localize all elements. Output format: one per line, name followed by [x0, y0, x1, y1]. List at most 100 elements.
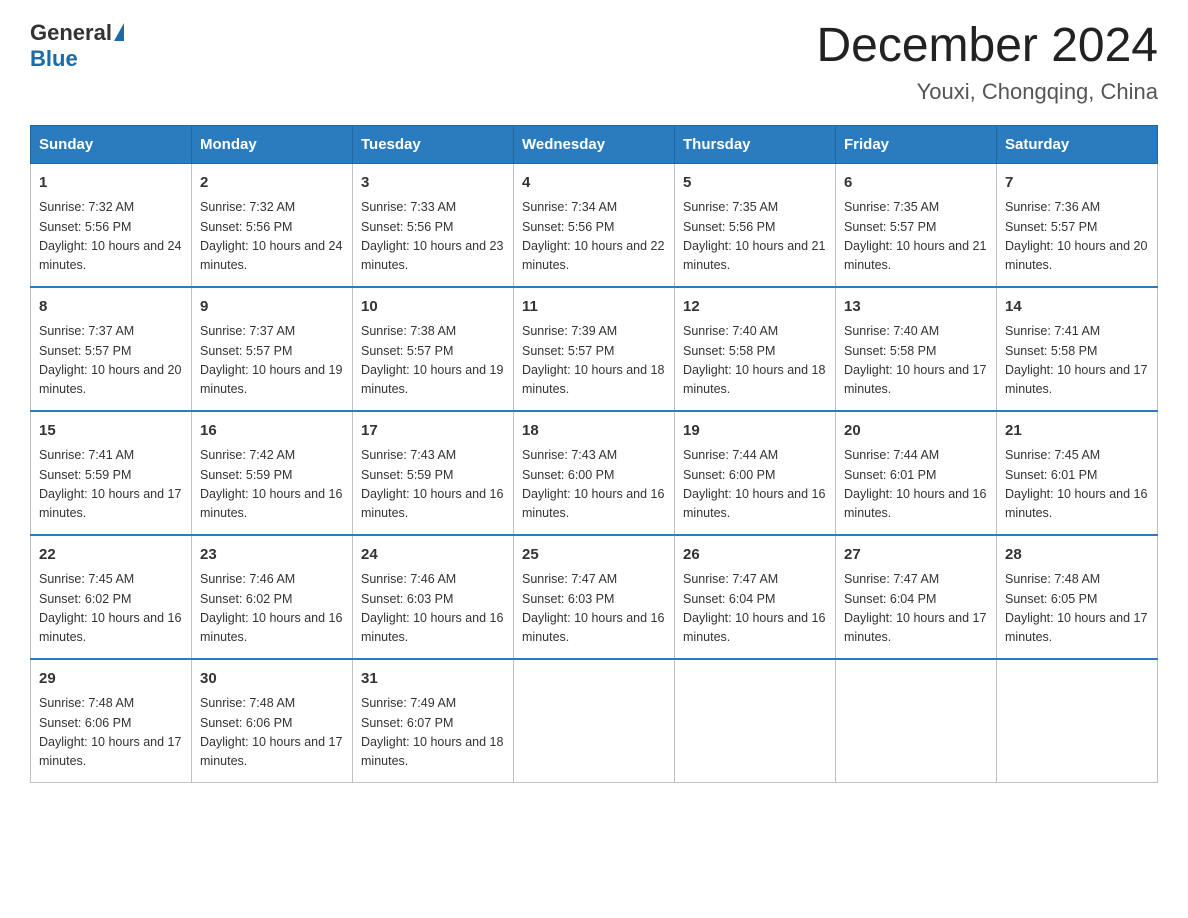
day-number: 10	[361, 296, 505, 319]
day-info: Sunrise: 7:37 AMSunset: 5:57 PMDaylight:…	[39, 322, 183, 400]
day-info: Sunrise: 7:40 AMSunset: 5:58 PMDaylight:…	[844, 322, 988, 400]
calendar-day-cell: 15 Sunrise: 7:41 AMSunset: 5:59 PMDayligh…	[31, 411, 192, 535]
day-number: 31	[361, 668, 505, 691]
day-number: 17	[361, 420, 505, 443]
day-info: Sunrise: 7:34 AMSunset: 5:56 PMDaylight:…	[522, 198, 666, 276]
day-info: Sunrise: 7:47 AMSunset: 6:04 PMDaylight:…	[683, 570, 827, 648]
calendar-day-cell: 27Sunrise: 7:47 AMSunset: 6:04 PMDayligh…	[836, 535, 997, 659]
day-info: Sunrise: 7:48 AMSunset: 6:05 PMDaylight:…	[1005, 570, 1149, 648]
header-friday: Friday	[836, 125, 997, 163]
calendar-day-cell: 17 Sunrise: 7:43 AMSunset: 5:59 PMDayligh…	[353, 411, 514, 535]
day-info: Sunrise: 7:46 AMSunset: 6:03 PMDaylight:…	[361, 570, 505, 648]
day-number: 3	[361, 172, 505, 195]
day-info: Sunrise: 7:45 AMSunset: 6:02 PMDaylight:…	[39, 570, 183, 648]
calendar-week-row: 15 Sunrise: 7:41 AMSunset: 5:59 PMDayligh…	[31, 411, 1158, 535]
day-number: 15	[39, 420, 183, 443]
day-info: Sunrise: 7:32 AMSunset: 5:56 PMDaylight:…	[200, 198, 344, 276]
day-info: Sunrise: 7:41 AMSunset: 5:59 PMDaylight:…	[39, 446, 183, 524]
day-info: Sunrise: 7:36 AMSunset: 5:57 PMDaylight:…	[1005, 198, 1149, 276]
calendar-day-cell: 25Sunrise: 7:47 AMSunset: 6:03 PMDayligh…	[514, 535, 675, 659]
month-title: December 2024	[816, 20, 1158, 73]
day-number: 5	[683, 172, 827, 195]
calendar-day-cell: 13 Sunrise: 7:40 AMSunset: 5:58 PMDayligh…	[836, 287, 997, 411]
calendar-day-cell: 6 Sunrise: 7:35 AMSunset: 5:57 PMDaylight…	[836, 163, 997, 287]
day-number: 29	[39, 668, 183, 691]
calendar-day-cell: 28 Sunrise: 7:48 AMSunset: 6:05 PMDayligh…	[997, 535, 1158, 659]
header-saturday: Saturday	[997, 125, 1158, 163]
calendar-header-row: SundayMondayTuesdayWednesdayThursdayFrid…	[31, 125, 1158, 163]
calendar-day-cell: 9 Sunrise: 7:37 AMSunset: 5:57 PMDaylight…	[192, 287, 353, 411]
calendar-day-cell	[836, 659, 997, 783]
calendar-day-cell: 1 Sunrise: 7:32 AMSunset: 5:56 PMDaylight…	[31, 163, 192, 287]
calendar-day-cell	[514, 659, 675, 783]
calendar-day-cell: 5 Sunrise: 7:35 AMSunset: 5:56 PMDaylight…	[675, 163, 836, 287]
day-number: 20	[844, 420, 988, 443]
day-info: Sunrise: 7:35 AMSunset: 5:56 PMDaylight:…	[683, 198, 827, 276]
day-number: 1	[39, 172, 183, 195]
calendar-day-cell: 12Sunrise: 7:40 AMSunset: 5:58 PMDayligh…	[675, 287, 836, 411]
calendar-day-cell: 22 Sunrise: 7:45 AMSunset: 6:02 PMDayligh…	[31, 535, 192, 659]
day-info: Sunrise: 7:49 AMSunset: 6:07 PMDaylight:…	[361, 694, 505, 772]
calendar-day-cell: 11 Sunrise: 7:39 AMSunset: 5:57 PMDayligh…	[514, 287, 675, 411]
day-number: 2	[200, 172, 344, 195]
calendar-day-cell: 4 Sunrise: 7:34 AMSunset: 5:56 PMDaylight…	[514, 163, 675, 287]
day-number: 7	[1005, 172, 1149, 195]
day-number: 14	[1005, 296, 1149, 319]
header-sunday: Sunday	[31, 125, 192, 163]
header-thursday: Thursday	[675, 125, 836, 163]
day-info: Sunrise: 7:43 AMSunset: 5:59 PMDaylight:…	[361, 446, 505, 524]
day-info: Sunrise: 7:38 AMSunset: 5:57 PMDaylight:…	[361, 322, 505, 400]
calendar-day-cell: 20 Sunrise: 7:44 AMSunset: 6:01 PMDayligh…	[836, 411, 997, 535]
calendar-day-cell: 24 Sunrise: 7:46 AMSunset: 6:03 PMDayligh…	[353, 535, 514, 659]
calendar-day-cell: 26 Sunrise: 7:47 AMSunset: 6:04 PMDayligh…	[675, 535, 836, 659]
day-info: Sunrise: 7:39 AMSunset: 5:57 PMDaylight:…	[522, 322, 666, 400]
header-monday: Monday	[192, 125, 353, 163]
day-info: Sunrise: 7:41 AMSunset: 5:58 PMDaylight:…	[1005, 322, 1149, 400]
day-number: 12	[683, 296, 827, 319]
day-info: Sunrise: 7:44 AMSunset: 6:00 PMDaylight:…	[683, 446, 827, 524]
calendar-day-cell: 3Sunrise: 7:33 AMSunset: 5:56 PMDaylight…	[353, 163, 514, 287]
calendar-day-cell: 29Sunrise: 7:48 AMSunset: 6:06 PMDayligh…	[31, 659, 192, 783]
header-wednesday: Wednesday	[514, 125, 675, 163]
day-number: 16	[200, 420, 344, 443]
day-number: 18	[522, 420, 666, 443]
day-number: 23	[200, 544, 344, 567]
day-info: Sunrise: 7:37 AMSunset: 5:57 PMDaylight:…	[200, 322, 344, 400]
calendar-table: SundayMondayTuesdayWednesdayThursdayFrid…	[30, 125, 1158, 783]
day-info: Sunrise: 7:43 AMSunset: 6:00 PMDaylight:…	[522, 446, 666, 524]
day-number: 9	[200, 296, 344, 319]
day-number: 24	[361, 544, 505, 567]
day-number: 13	[844, 296, 988, 319]
day-number: 6	[844, 172, 988, 195]
day-number: 4	[522, 172, 666, 195]
calendar-day-cell: 31 Sunrise: 7:49 AMSunset: 6:07 PMDayligh…	[353, 659, 514, 783]
day-number: 27	[844, 544, 988, 567]
calendar-day-cell: 21 Sunrise: 7:45 AMSunset: 6:01 PMDayligh…	[997, 411, 1158, 535]
day-number: 19	[683, 420, 827, 443]
logo-general-text: General	[30, 20, 112, 46]
header-tuesday: Tuesday	[353, 125, 514, 163]
day-number: 21	[1005, 420, 1149, 443]
logo-triangle-icon	[114, 23, 124, 41]
day-number: 28	[1005, 544, 1149, 567]
calendar-day-cell: 23 Sunrise: 7:46 AMSunset: 6:02 PMDayligh…	[192, 535, 353, 659]
calendar-day-cell	[997, 659, 1158, 783]
day-number: 11	[522, 296, 666, 319]
day-number: 26	[683, 544, 827, 567]
page-header: General Blue December 2024 Youxi, Chongq…	[30, 20, 1158, 105]
calendar-day-cell: 2 Sunrise: 7:32 AMSunset: 5:56 PMDaylight…	[192, 163, 353, 287]
calendar-day-cell: 30Sunrise: 7:48 AMSunset: 6:06 PMDayligh…	[192, 659, 353, 783]
calendar-day-cell: 19 Sunrise: 7:44 AMSunset: 6:00 PMDayligh…	[675, 411, 836, 535]
day-number: 30	[200, 668, 344, 691]
day-info: Sunrise: 7:45 AMSunset: 6:01 PMDaylight:…	[1005, 446, 1149, 524]
day-info: Sunrise: 7:46 AMSunset: 6:02 PMDaylight:…	[200, 570, 344, 648]
day-info: Sunrise: 7:35 AMSunset: 5:57 PMDaylight:…	[844, 198, 988, 276]
day-info: Sunrise: 7:32 AMSunset: 5:56 PMDaylight:…	[39, 198, 183, 276]
day-info: Sunrise: 7:44 AMSunset: 6:01 PMDaylight:…	[844, 446, 988, 524]
day-number: 22	[39, 544, 183, 567]
calendar-week-row: 8Sunrise: 7:37 AMSunset: 5:57 PMDaylight…	[31, 287, 1158, 411]
calendar-day-cell: 8Sunrise: 7:37 AMSunset: 5:57 PMDaylight…	[31, 287, 192, 411]
day-info: Sunrise: 7:47 AMSunset: 6:03 PMDaylight:…	[522, 570, 666, 648]
calendar-day-cell: 10 Sunrise: 7:38 AMSunset: 5:57 PMDayligh…	[353, 287, 514, 411]
calendar-week-row: 1 Sunrise: 7:32 AMSunset: 5:56 PMDaylight…	[31, 163, 1158, 287]
